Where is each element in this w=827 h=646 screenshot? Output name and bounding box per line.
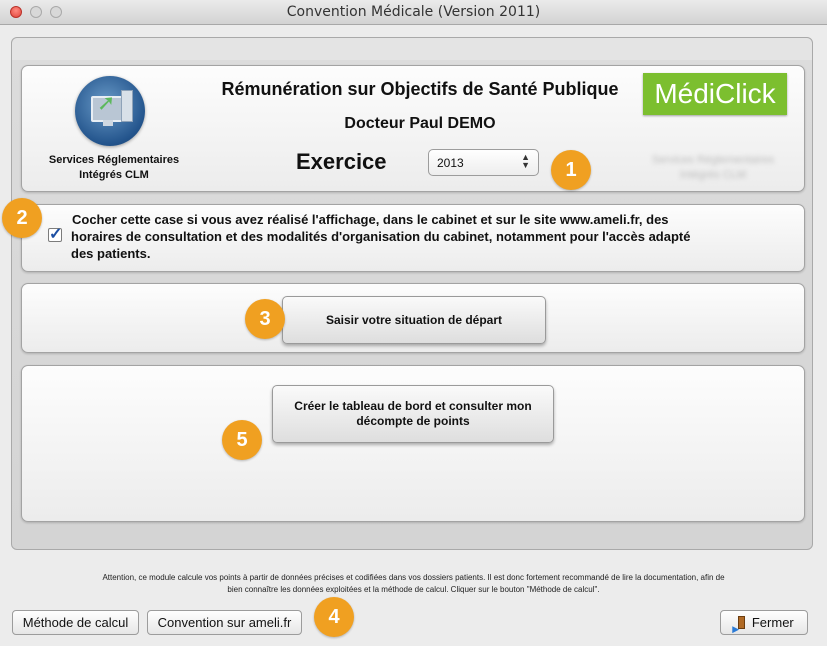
monitor-stand: [103, 120, 113, 126]
exit-door-icon: ▶: [732, 616, 746, 634]
blurred-watermark: Services Réglementaires Intégrés CLM: [618, 153, 808, 183]
page-title: Rémunération sur Objectifs de Santé Publ…: [221, 79, 619, 99]
start-situation-button[interactable]: Saisir votre situation de départ: [282, 296, 546, 344]
warning-notice-line2: bien connaître les données exploitées et…: [227, 585, 600, 594]
computer-tower-icon: [121, 90, 133, 122]
checkbox-label-line2: horaires de consultation et des modalité…: [71, 229, 691, 244]
warning-notice: Attention, ce module calcule vos points …: [10, 572, 817, 596]
doctor-name: Docteur Paul DEMO: [344, 115, 496, 132]
close-button-label: Fermer: [751, 615, 794, 630]
services-label-line2: Intégrés CLM: [79, 169, 149, 181]
step-badge-2: 2: [2, 198, 42, 238]
services-label-line1: Services Réglementaires: [48, 154, 180, 166]
close-button[interactable]: ▶ Fermer: [720, 610, 808, 635]
brand-logo: MédiClick: [643, 73, 787, 115]
window-title: Convention Médicale (Version 2011): [286, 4, 541, 20]
arrow-icon: ➚: [97, 90, 116, 115]
updown-arrows-icon: ▲ ▼: [521, 152, 530, 170]
blurred-line1: Services Réglementaires: [651, 154, 775, 166]
step-badge-5: 5: [222, 420, 262, 460]
blurred-line2: Intégrés CLM: [679, 169, 747, 181]
method-button[interactable]: Méthode de calcul: [12, 610, 139, 635]
dashboard-button-line2: décompte de points: [356, 414, 470, 428]
exercice-label: Exercice: [296, 149, 387, 174]
step-badge-1: 1: [551, 150, 591, 190]
checkmark-icon: ✓: [49, 226, 63, 243]
warning-notice-line1: Attention, ce module calcule vos points …: [102, 573, 725, 582]
checkbox-label: Cocher cette case si vous avez réalisé l…: [71, 211, 792, 262]
start-situation-button-label: Saisir votre situation de départ: [325, 312, 503, 327]
frame-top-strip: [12, 38, 812, 60]
dashboard-button-line1: Créer le tableau de bord et consulter mo…: [294, 399, 532, 413]
exercice-select[interactable]: 2013 ▲ ▼: [428, 149, 539, 176]
clm-logo: ➚: [75, 76, 145, 146]
display-checkbox[interactable]: ✓: [48, 226, 62, 243]
dashboard-button[interactable]: Créer le tableau de bord et consulter mo…: [272, 385, 554, 443]
checkbox-label-line3: des patients.: [71, 246, 151, 261]
step-badge-4: 4: [314, 597, 354, 637]
exercice-select-value: 2013: [437, 156, 464, 170]
dashboard-button-label: Créer le tableau de bord et consulter mo…: [294, 399, 531, 429]
ameli-button[interactable]: Convention sur ameli.fr: [147, 610, 302, 635]
services-label: Services Réglementaires Intégrés CLM: [24, 153, 204, 183]
checkbox-label-line1: Cocher cette case si vous avez réalisé l…: [72, 212, 669, 227]
title-bar: Convention Médicale (Version 2011): [0, 0, 827, 25]
step-badge-3: 3: [245, 299, 285, 339]
